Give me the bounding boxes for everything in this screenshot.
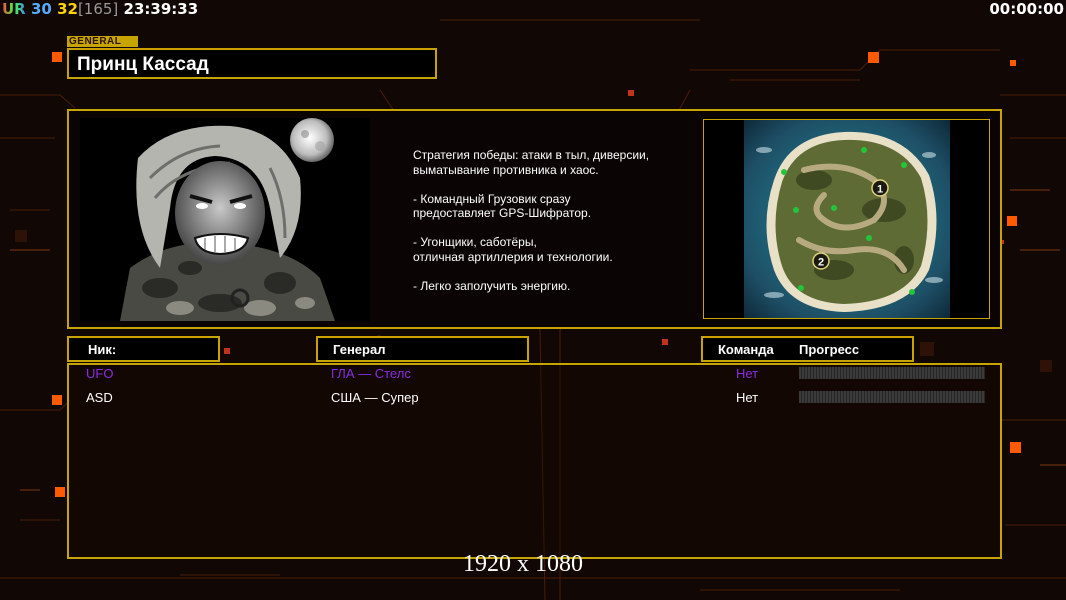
ur-label: UR — [2, 0, 26, 18]
player-general: США — Супер — [331, 390, 419, 405]
player-general: ГЛА — Стелс — [331, 366, 411, 381]
map-start-1-label: 1 — [877, 184, 883, 196]
player-team: Нет — [736, 390, 759, 405]
resolution-label: 1920 x 1080 — [463, 551, 583, 577]
team-progress-header: Команда Прогресс — [701, 336, 914, 362]
progress-header-label: Прогресс — [799, 342, 860, 357]
player-progress-bar — [799, 391, 985, 403]
general-name-box: Принц Кассад — [67, 48, 437, 79]
player-nick: UFO — [86, 366, 114, 381]
general-tag: GENERAL — [67, 36, 138, 47]
nick-header: Ник: — [67, 336, 220, 362]
team-header-label: Команда — [718, 342, 774, 357]
map-start-2-label: 2 — [818, 257, 824, 269]
general-header-label: Генерал — [333, 342, 386, 357]
general-portrait — [80, 118, 370, 321]
game-timer: 00:00:00 — [989, 0, 1064, 18]
general-header: Генерал — [316, 336, 529, 362]
clock: 23:39:33 — [123, 0, 199, 18]
ur-value-b: 32 — [57, 0, 78, 18]
ur-value-a: 30 — [30, 0, 52, 18]
stats-overlay: UR 30 32[165] 23:39:33 — [2, 0, 198, 18]
player-nick: ASD — [86, 390, 113, 405]
player-team: Нет — [736, 366, 759, 381]
nick-header-label: Ник: — [88, 342, 117, 357]
player-progress-bar — [799, 367, 985, 379]
ping-value: [165] — [77, 0, 119, 18]
map-preview: 1 2 — [703, 119, 990, 319]
general-description: Стратегия победы: атаки в тыл, диверсии,… — [413, 148, 650, 293]
general-name: Принц Кассад — [77, 54, 209, 75]
